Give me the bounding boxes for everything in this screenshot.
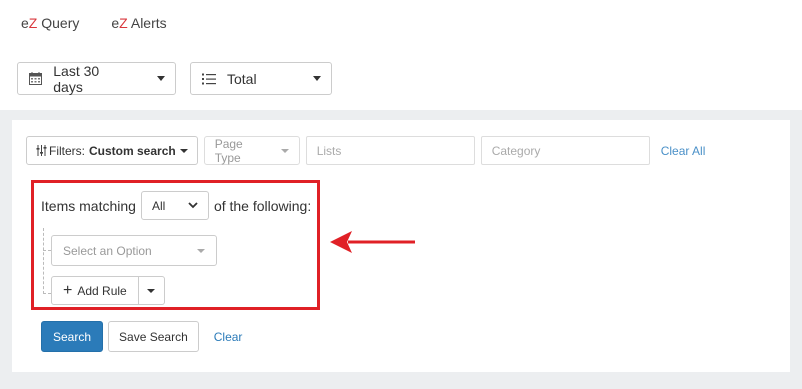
tree-branch	[43, 250, 51, 251]
match-mode-select[interactable]: All	[140, 191, 209, 220]
list-icon	[201, 73, 217, 85]
date-range-label: Last 30 days	[53, 62, 100, 95]
brand-e: e	[111, 15, 120, 31]
add-rule-dropdown-toggle[interactable]	[138, 276, 165, 305]
filters-prefix: Filters:	[49, 143, 85, 158]
rule-option-placeholder: Select an Option	[63, 243, 152, 258]
report-controls: Last 30 days Total	[17, 62, 332, 95]
rule-option-select[interactable]: Select an Option	[51, 235, 217, 266]
caret-down-icon	[280, 148, 289, 153]
nav-ez-query[interactable]: eZ Query	[21, 15, 79, 31]
category-input[interactable]	[480, 136, 650, 165]
chevron-down-icon	[188, 200, 198, 212]
annotation-arrow-icon	[330, 231, 415, 253]
tree-connector	[43, 228, 44, 294]
search-button[interactable]: Search	[41, 321, 104, 352]
filters-row: Filters: Custom search Page Type Clear A…	[26, 136, 705, 165]
nav-ez-alerts[interactable]: eZ Alerts	[111, 15, 166, 31]
date-range-dropdown[interactable]: Last 30 days	[17, 62, 176, 95]
caret-down-icon	[157, 76, 165, 81]
filters-value: Custom search	[89, 143, 176, 158]
search-actions: Search Save Search Clear	[41, 321, 242, 352]
match-mode-value: All	[151, 198, 166, 213]
page-type-label: Page Type	[214, 136, 243, 165]
filters-dropdown[interactable]: Filters: Custom search	[26, 136, 198, 165]
plus-icon: +	[63, 281, 73, 299]
add-rule-group: + Add Rule	[51, 276, 165, 305]
caret-down-icon	[197, 248, 205, 253]
divider-band	[0, 110, 802, 120]
aggregation-dropdown[interactable]: Total	[190, 62, 332, 95]
add-rule-button[interactable]: + Add Rule	[51, 276, 139, 305]
nav-label: Query	[37, 15, 80, 31]
lists-input[interactable]	[305, 136, 475, 165]
match-row: Items matching All of the following:	[41, 191, 311, 220]
aggregation-label: Total	[227, 70, 257, 87]
brand-e: e	[21, 15, 29, 31]
tree-branch	[43, 293, 51, 294]
caret-down-icon	[179, 148, 188, 153]
calendar-icon	[28, 72, 43, 85]
caret-down-icon	[147, 288, 156, 293]
top-nav: eZ Query eZ Alerts	[0, 0, 802, 46]
page-type-select[interactable]: Page Type	[203, 136, 300, 165]
save-search-button[interactable]: Save Search	[108, 321, 199, 352]
brand-z: Z	[119, 15, 128, 31]
clear-all-link[interactable]: Clear All	[661, 144, 706, 158]
nav-label: Alerts	[127, 15, 167, 31]
clear-link[interactable]: Clear	[214, 330, 243, 344]
caret-down-icon	[313, 76, 321, 81]
of-following-label: of the following:	[213, 197, 312, 214]
add-rule-label: Add Rule	[77, 283, 127, 298]
items-matching-label: Items matching	[41, 197, 136, 214]
filters-icon	[36, 145, 47, 156]
